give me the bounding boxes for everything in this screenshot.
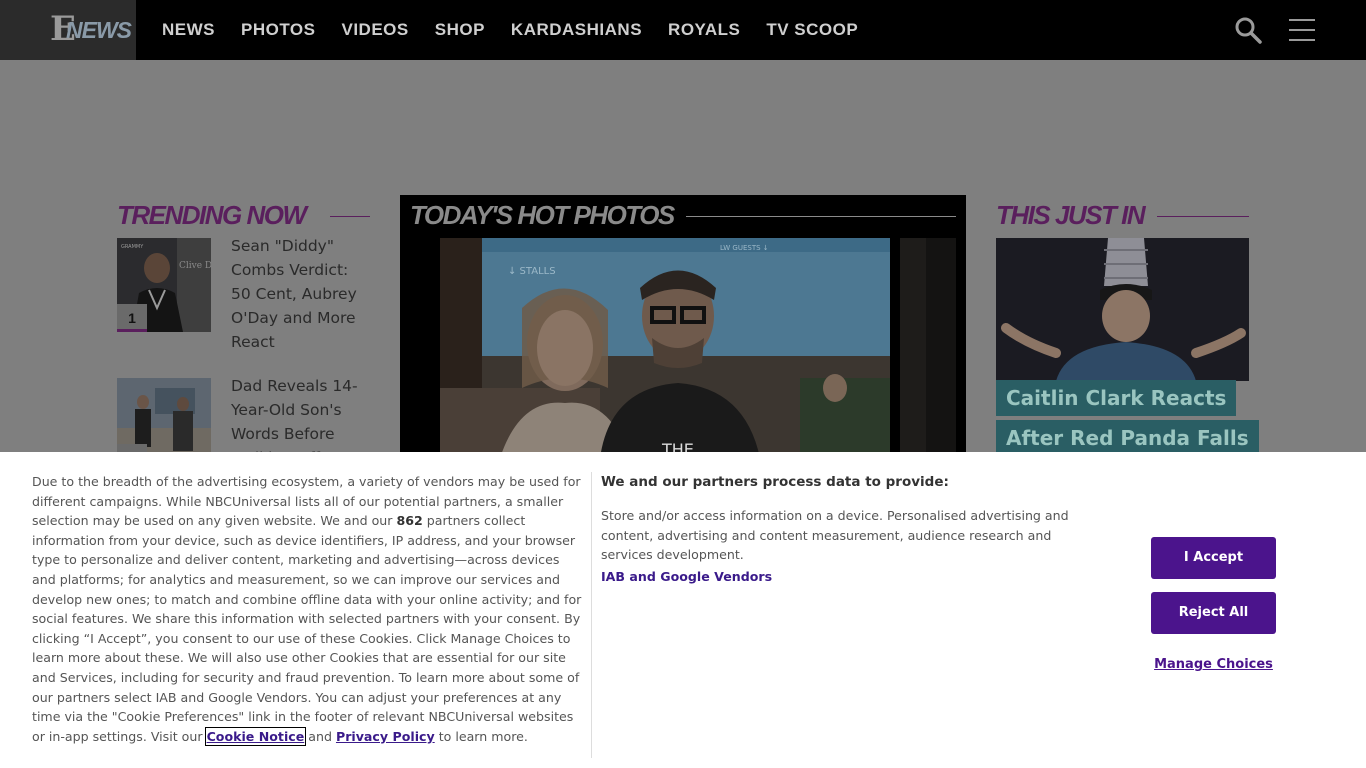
hot-photos-heading: TODAY'S HOT PHOTOS xyxy=(410,200,675,230)
nav-item-photos[interactable]: PHOTOS xyxy=(241,20,315,40)
this-just-in-image xyxy=(996,238,1249,381)
reject-all-button[interactable]: Reject All xyxy=(1151,592,1276,634)
this-just-in-caption-line2[interactable]: After Red Panda Falls xyxy=(996,420,1259,456)
hot-photo-next[interactable] xyxy=(900,238,926,458)
consent-text-part2: partners collect information from your d… xyxy=(32,513,582,744)
logo-e: E xyxy=(50,9,76,49)
enews-logo[interactable]: E NEWS xyxy=(0,0,136,60)
accept-button[interactable]: I Accept xyxy=(1151,537,1276,579)
this-just-in-heading: THIS JUST IN xyxy=(996,200,1146,230)
consent-description: Due to the breadth of the advertising ec… xyxy=(32,472,582,746)
consent-divider xyxy=(591,472,592,758)
trending-headline[interactable]: Sean "Diddy" Combs Verdict: 50 Cent, Aub… xyxy=(231,234,371,354)
nav-item-royals[interactable]: ROYALS xyxy=(668,20,740,40)
search-icon[interactable] xyxy=(1234,16,1262,44)
nav-item-news[interactable]: NEWS xyxy=(162,20,215,40)
cookie-consent-banner: Due to the breadth of the advertising ec… xyxy=(0,452,1366,768)
nav-item-tv-scoop[interactable]: TV SCOOP xyxy=(766,20,858,40)
hamburger-menu-icon[interactable] xyxy=(1289,19,1315,41)
hot-photos-heading-rule xyxy=(686,216,956,217)
iab-google-vendors-link[interactable]: IAB and Google Vendors xyxy=(601,569,772,584)
trending-thumbnail[interactable]: Clive D GRAMMY 1 xyxy=(117,238,211,332)
consent-text-part3: to learn more. xyxy=(434,728,528,744)
svg-text:↓ STALLS: ↓ STALLS xyxy=(508,266,556,277)
hot-photo-main[interactable]: ↓ STALLS LW GUESTS ↓ THE xyxy=(440,238,890,458)
svg-text:GRAMMY: GRAMMY xyxy=(121,244,144,250)
trending-heading-rule xyxy=(330,216,370,217)
trending-rank: 1 xyxy=(117,304,147,332)
svg-text:LW GUESTS ↓: LW GUESTS ↓ xyxy=(720,244,769,252)
manage-choices-link[interactable]: Manage Choices xyxy=(1151,657,1276,672)
hot-photo-peek[interactable] xyxy=(926,238,956,458)
this-just-in-heading-rule xyxy=(1157,216,1249,217)
this-just-in-caption-line1[interactable]: Caitlin Clark Reacts xyxy=(996,380,1237,416)
partner-count: 862 xyxy=(396,513,423,529)
cookie-notice-link[interactable]: Cookie Notice xyxy=(204,726,307,746)
logo-news: NEWS xyxy=(66,17,132,43)
nav-menu: NEWS PHOTOS VIDEOS SHOP KARDASHIANS ROYA… xyxy=(162,0,884,60)
svg-text:Clive D: Clive D xyxy=(179,261,211,271)
nav-item-kardashians[interactable]: KARDASHIANS xyxy=(511,20,642,40)
this-just-in-photo[interactable] xyxy=(996,238,1249,381)
top-navigation: E NEWS NEWS PHOTOS VIDEOS SHOP KARDASHIA… xyxy=(0,0,1366,60)
consent-purposes-text: Store and/or access information on a dev… xyxy=(601,508,1069,563)
nav-item-videos[interactable]: VIDEOS xyxy=(341,20,408,40)
nav-item-shop[interactable]: SHOP xyxy=(435,20,485,40)
consent-and: and xyxy=(304,728,336,744)
trending-now-heading: TRENDING NOW xyxy=(117,200,307,230)
privacy-policy-link[interactable]: Privacy Policy xyxy=(336,729,435,744)
hot-photo-image: ↓ STALLS LW GUESTS ↓ THE xyxy=(440,238,890,458)
consent-purposes-heading: We and our partners process data to prov… xyxy=(601,474,949,490)
